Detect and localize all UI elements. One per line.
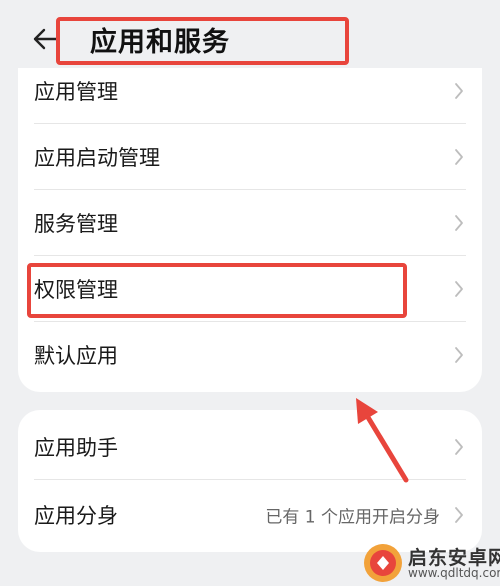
watermark: 启东安卓网 www.qdltdq.com — [362, 540, 500, 586]
chevron-right-icon — [455, 215, 463, 231]
list-item-label: 应用启动管理 — [34, 146, 160, 170]
list-item-default-apps[interactable]: 默认应用 — [18, 322, 482, 388]
chevron-right-icon — [455, 439, 463, 455]
annotation-arrow-icon — [356, 398, 409, 483]
header-bar: 应用和服务 — [0, 0, 500, 76]
chevron-right-icon — [455, 507, 463, 523]
app-logo-icon — [364, 544, 402, 582]
list-item-label: 应用助手 — [34, 436, 118, 460]
list-item-value: 已有 1 个应用开启分身 — [265, 507, 440, 528]
list-item-label: 默认应用 — [34, 344, 118, 368]
list-item-app-twin[interactable]: 应用分身 已有 1 个应用开启分身 — [18, 482, 482, 548]
permission-highlight-box — [27, 263, 407, 318]
list-item-app-management[interactable]: 应用管理 — [18, 68, 482, 124]
list-item-label: 应用分身 — [34, 504, 118, 528]
watermark-url: www.qdltdq.com — [408, 566, 500, 580]
chevron-right-icon — [455, 149, 463, 165]
chevron-right-icon — [455, 83, 463, 99]
title-highlight-box — [56, 17, 349, 65]
list-item-label: 应用管理 — [34, 80, 118, 104]
list-item-label: 服务管理 — [34, 212, 118, 236]
settings-group-main: 应用管理 应用启动管理 服务管理 权限管理 默认应用 — [18, 68, 482, 392]
chevron-right-icon — [455, 281, 463, 297]
list-item-service-management[interactable]: 服务管理 — [18, 190, 482, 256]
chevron-right-icon — [455, 347, 463, 363]
list-item-app-launch-management[interactable]: 应用启动管理 — [18, 124, 482, 190]
